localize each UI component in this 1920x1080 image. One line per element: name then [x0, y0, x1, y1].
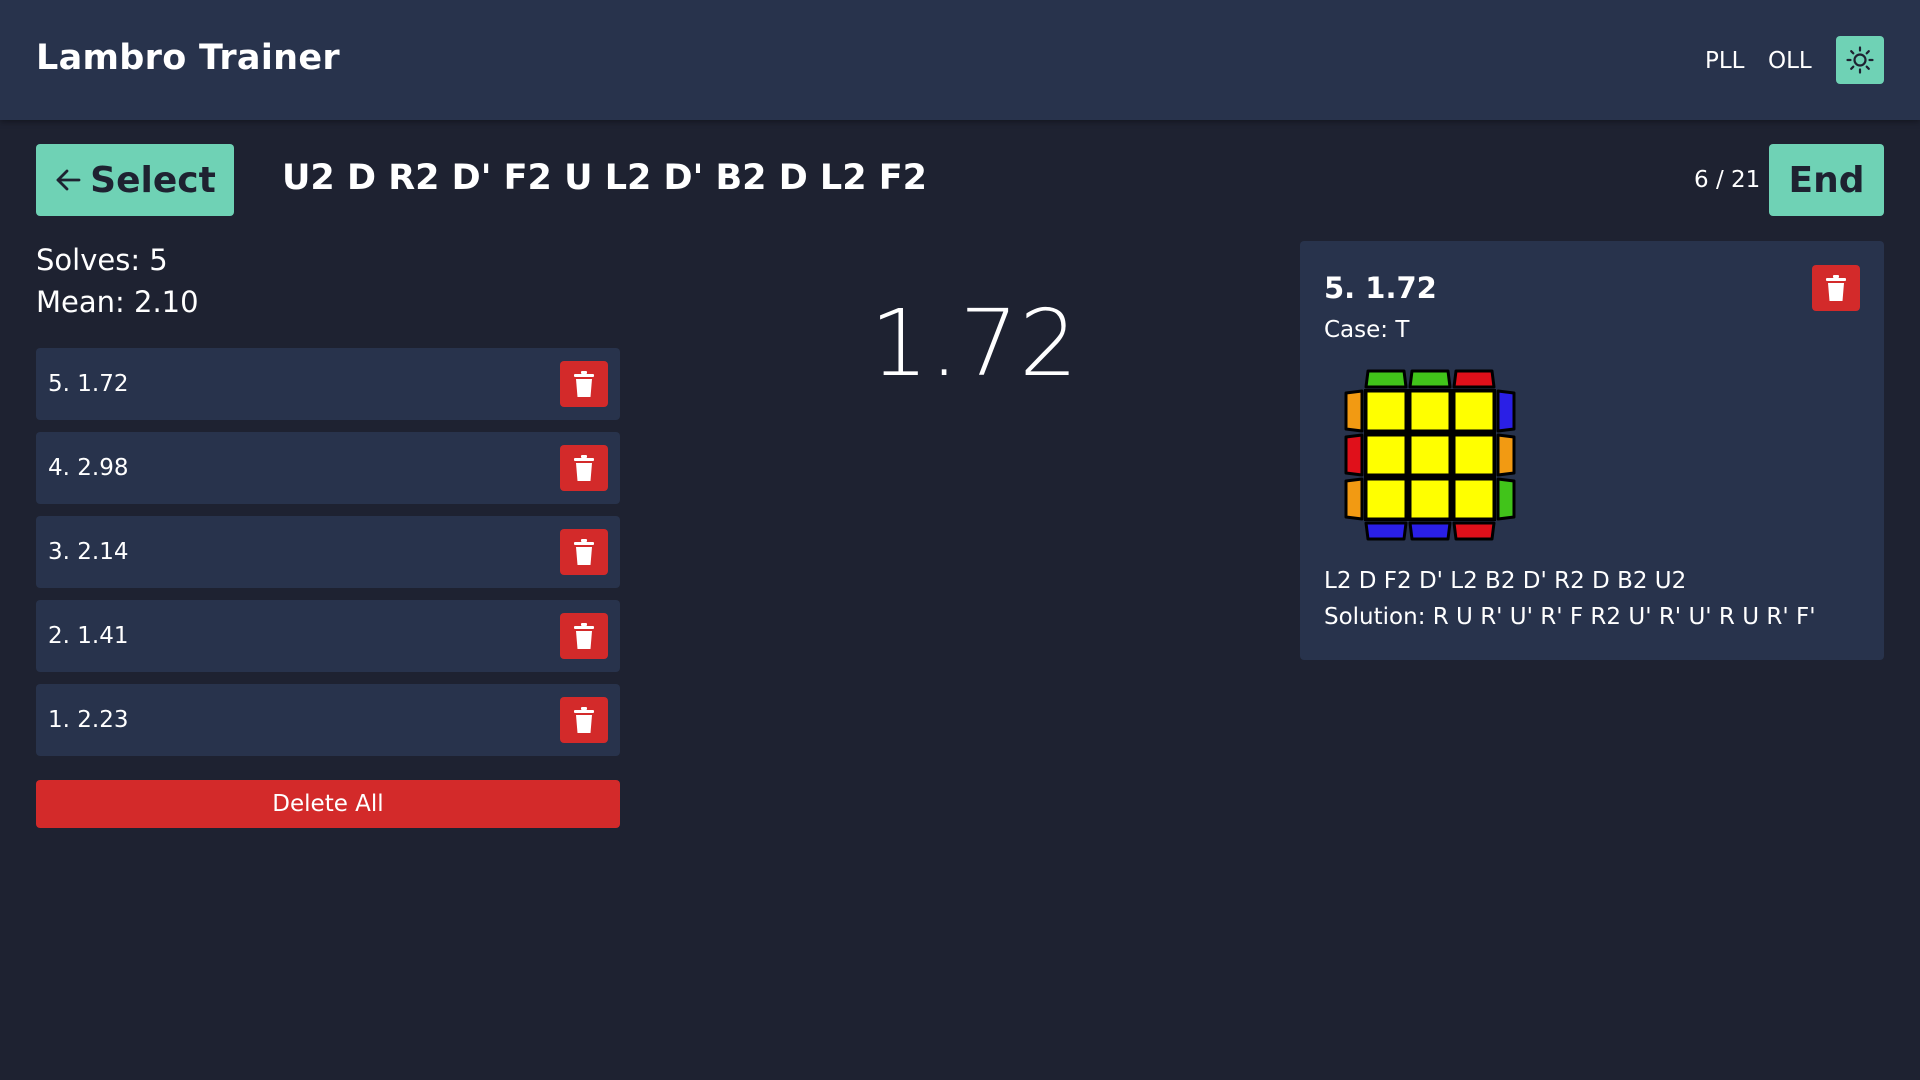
cube-diagram [1344, 369, 1516, 541]
cube-sticker [1364, 477, 1408, 521]
solve-label: 5. 1.72 [48, 371, 129, 397]
arrow-left-icon [56, 169, 81, 191]
trash-icon [574, 539, 594, 565]
detail-title: 5. 1.72 [1324, 271, 1437, 305]
trash-icon [574, 707, 594, 733]
solve-label: 3. 2.14 [48, 539, 129, 565]
detail-solution: Solution: R U R' U' R' F R2 U' R' U' R U… [1324, 604, 1816, 630]
trash-icon [1826, 275, 1846, 301]
cube-side-sticker [1496, 389, 1516, 433]
scramble-text: U2 D R2 D' F2 U L2 D' B2 D L2 F2 [282, 158, 928, 198]
cube-sticker [1408, 389, 1452, 433]
end-button[interactable]: End [1769, 144, 1884, 216]
detail-scramble: L2 D F2 D' L2 B2 D' R2 D B2 U2 [1324, 568, 1687, 594]
select-button-label: Select [90, 159, 216, 201]
case-counter: 6 / 21 [1694, 167, 1761, 193]
cube-side-sticker [1452, 369, 1496, 389]
trash-icon [574, 371, 594, 397]
cube-side-sticker [1408, 369, 1452, 389]
cube-side-sticker [1408, 521, 1452, 541]
cube-side-sticker [1344, 477, 1364, 521]
cube-side-sticker [1364, 521, 1408, 541]
list-item[interactable]: 1. 2.23 [36, 684, 620, 756]
delete-all-button[interactable]: Delete All [36, 780, 620, 828]
mean-time: Mean: 2.10 [36, 285, 199, 319]
trash-icon [574, 623, 594, 649]
list-item[interactable]: 4. 2.98 [36, 432, 620, 504]
delete-solve-button[interactable] [560, 613, 608, 659]
nav-pll-link[interactable]: PLL [1705, 48, 1745, 74]
nav-oll-link[interactable]: OLL [1768, 48, 1812, 74]
solve-label: 2. 1.41 [48, 623, 129, 649]
cube-side-sticker [1496, 477, 1516, 521]
delete-solve-button[interactable] [560, 445, 608, 491]
cube-side-sticker [1452, 521, 1496, 541]
app-header: Lambro Trainer PLL OLL [0, 0, 1920, 120]
delete-solve-button[interactable] [560, 697, 608, 743]
trash-icon [574, 455, 594, 481]
list-item[interactable]: 5. 1.72 [36, 348, 620, 420]
cube-sticker [1364, 433, 1408, 477]
delete-detail-button[interactable] [1812, 265, 1860, 311]
theme-toggle-button[interactable] [1836, 36, 1884, 84]
list-item[interactable]: 2. 1.41 [36, 600, 620, 672]
cube-sticker [1452, 433, 1496, 477]
cube-sticker [1408, 433, 1452, 477]
solve-label: 4. 2.98 [48, 455, 129, 481]
delete-solve-button[interactable] [560, 529, 608, 575]
solves-count: Solves: 5 [36, 243, 168, 277]
cube-side-sticker [1364, 369, 1408, 389]
cube-side-sticker [1344, 433, 1364, 477]
cube-sticker [1408, 477, 1452, 521]
cube-side-sticker [1344, 389, 1364, 433]
cube-sticker [1364, 389, 1408, 433]
list-item[interactable]: 3. 2.14 [36, 516, 620, 588]
delete-solve-button[interactable] [560, 361, 608, 407]
app-title: Lambro Trainer [36, 38, 340, 78]
timer-display: 1.72 [870, 290, 1079, 397]
detail-case: Case: T [1324, 317, 1410, 343]
solve-list: 5. 1.72 4. 2.98 3. 2.14 2. 1.41 1. 2.23 [36, 348, 620, 768]
cube-sticker [1452, 477, 1496, 521]
select-button[interactable]: Select [36, 144, 234, 216]
cube-side-sticker [1496, 433, 1516, 477]
sun-icon [1846, 46, 1874, 74]
solve-detail-card: 5. 1.72 Case: T L2 D F2 D' L2 B2 D' R2 D… [1300, 241, 1884, 660]
cube-sticker [1452, 389, 1496, 433]
solve-label: 1. 2.23 [48, 707, 129, 733]
